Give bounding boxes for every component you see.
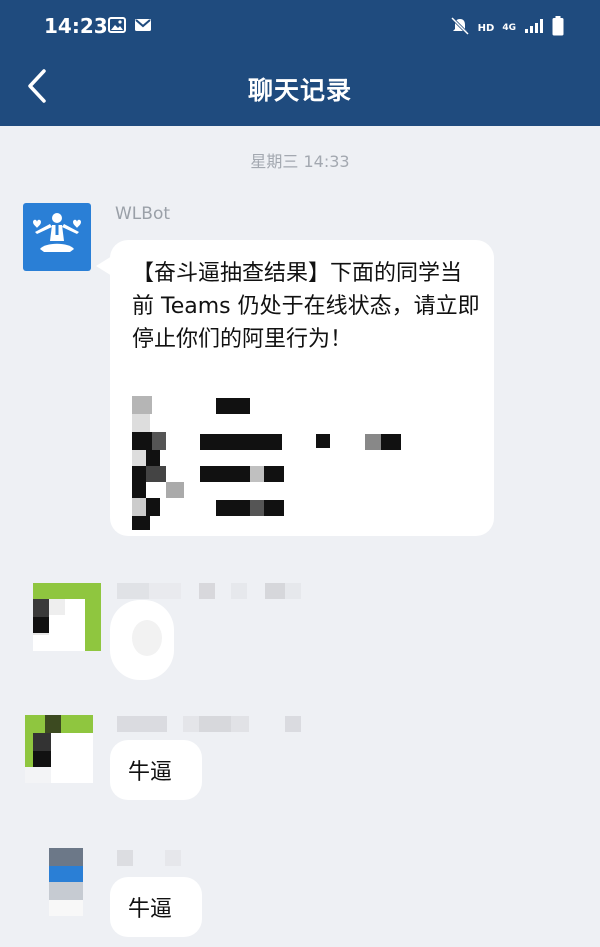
user-avatar[interactable] bbox=[33, 583, 101, 651]
message-text: 牛逼 bbox=[128, 760, 173, 785]
signal-icon bbox=[524, 18, 544, 38]
page-title: 聊天记录 bbox=[247, 76, 352, 105]
user-avatar[interactable] bbox=[33, 848, 101, 916]
hd-label: HD bbox=[477, 22, 495, 34]
network-label: 4G bbox=[502, 23, 516, 33]
notification-icons bbox=[108, 17, 152, 37]
meditating-figure-icon bbox=[33, 213, 81, 252]
user-avatar[interactable] bbox=[25, 715, 93, 783]
sender-name: WLBot bbox=[115, 204, 171, 224]
app-header: 14:23 HD 4G 聊天记录 bbox=[0, 0, 600, 126]
message-text: 牛逼 bbox=[128, 897, 173, 922]
chat-timestamp: 星期三 14:33 bbox=[250, 152, 350, 171]
message-bubble[interactable]: 牛逼 bbox=[110, 877, 202, 937]
message-text: 【奋斗逼抽查结果】下面的同学当前 Teams 仍处于在线状态，请立即停止你们的阿… bbox=[132, 261, 480, 352]
gallery-icon bbox=[108, 17, 126, 37]
sticker-message[interactable] bbox=[110, 600, 174, 680]
status-time: 14:23 bbox=[44, 14, 108, 38]
status-indicators: HD 4G bbox=[450, 16, 564, 40]
message-bubble[interactable]: 牛逼 bbox=[110, 740, 202, 800]
battery-icon bbox=[552, 16, 564, 40]
mute-icon bbox=[450, 16, 470, 39]
status-bar: 14:23 HD 4G bbox=[0, 0, 600, 54]
nav-bar: 聊天记录 bbox=[0, 54, 600, 126]
bot-avatar[interactable] bbox=[23, 203, 91, 271]
message-bubble[interactable]: 【奋斗逼抽查结果】下面的同学当前 Teams 仍处于在线状态，请立即停止你们的阿… bbox=[110, 240, 494, 536]
mail-icon bbox=[134, 17, 152, 37]
